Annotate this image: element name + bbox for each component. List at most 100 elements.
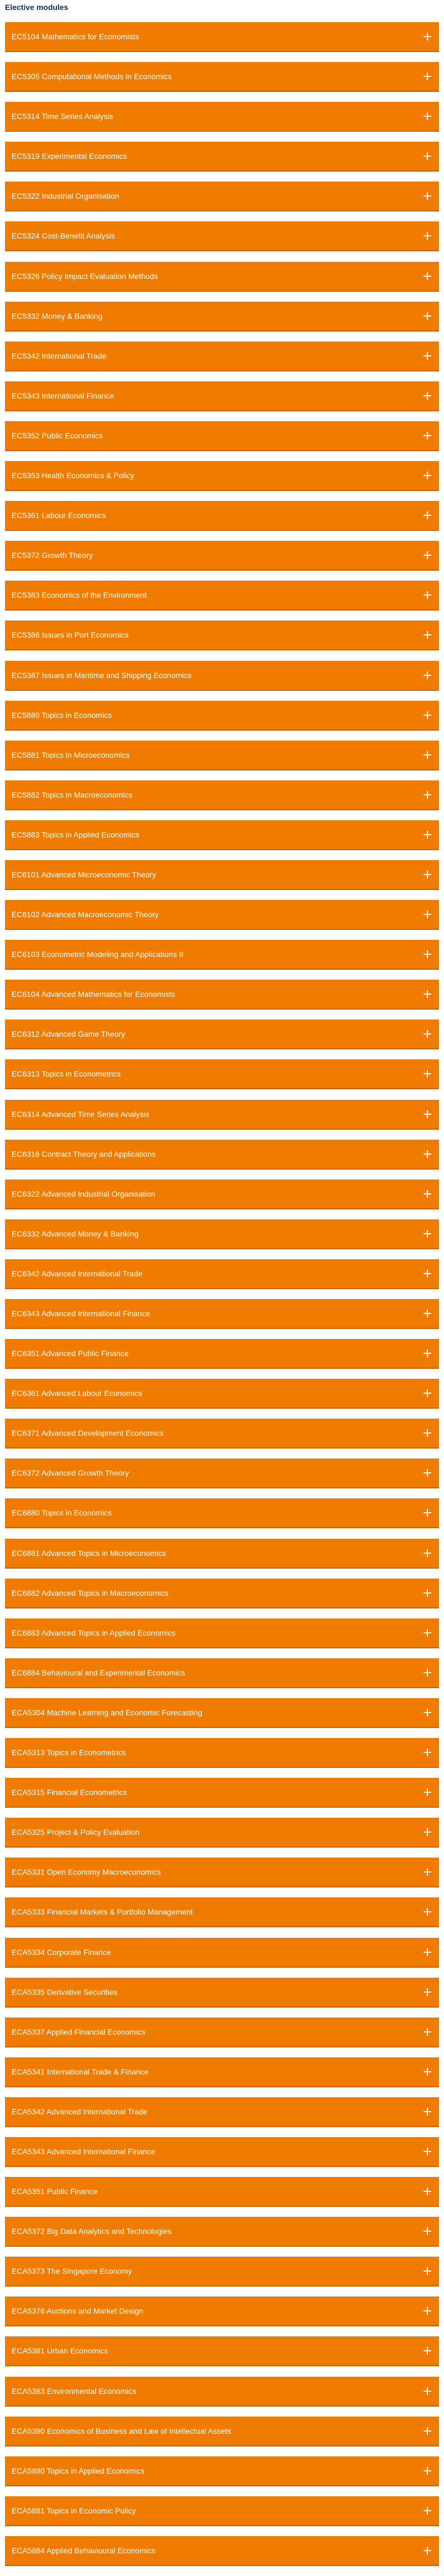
plus-icon[interactable]	[421, 1268, 433, 1280]
module-accordion-item[interactable]: EC5386 Issues in Port Economics	[5, 620, 439, 651]
plus-icon[interactable]	[421, 2385, 433, 2397]
plus-icon[interactable]	[421, 629, 433, 641]
module-accordion-item[interactable]: EC5322 Industrial Organisation	[5, 182, 439, 212]
plus-icon[interactable]	[421, 549, 433, 561]
plus-icon[interactable]	[421, 2465, 433, 2477]
module-accordion-item[interactable]: EC5361 Labour Economics	[5, 501, 439, 531]
module-accordion-item[interactable]: EC5883 Topics in Applied Economics	[5, 820, 439, 850]
module-accordion-item[interactable]: ECA5331 Open Economy Macroeconomics	[5, 1858, 439, 1888]
module-accordion-item[interactable]: EC5387 Issues in Maritime and Shipping E…	[5, 660, 439, 691]
plus-icon[interactable]	[421, 2505, 433, 2517]
plus-icon[interactable]	[421, 2106, 433, 2118]
module-accordion-item[interactable]: ECA5880 Topics in Applied Economics	[5, 2456, 439, 2486]
module-accordion-item[interactable]: EC6314 Advanced Time Series Analysis	[5, 1099, 439, 1130]
plus-icon[interactable]	[421, 230, 433, 242]
plus-icon[interactable]	[421, 1068, 433, 1080]
plus-icon[interactable]	[421, 1667, 433, 1679]
plus-icon[interactable]	[421, 2145, 433, 2158]
plus-icon[interactable]	[421, 2425, 433, 2437]
module-accordion-item[interactable]: EC6351 Advanced Public Finance	[5, 1339, 439, 1369]
module-accordion-item[interactable]: EC6371 Advanced Development Economics	[5, 1419, 439, 1449]
plus-icon[interactable]	[421, 270, 433, 282]
module-accordion-item[interactable]: EC6884 Behavioural and Experimental Econ…	[5, 1658, 439, 1688]
plus-icon[interactable]	[421, 1627, 433, 1639]
plus-icon[interactable]	[421, 1028, 433, 1040]
module-accordion-item[interactable]: EC6882 Advanced Topics in Macroeconomics	[5, 1578, 439, 1608]
plus-icon[interactable]	[421, 1946, 433, 1958]
module-accordion-item[interactable]: ECA5342 Advanced International Trade	[5, 2097, 439, 2127]
module-accordion-item[interactable]: ECA5335 Derivative Securities	[5, 1977, 439, 2008]
module-accordion-item[interactable]: ECA5343 Advanced International Finance	[5, 2137, 439, 2167]
plus-icon[interactable]	[421, 70, 433, 82]
plus-icon[interactable]	[421, 390, 433, 402]
plus-icon[interactable]	[421, 829, 433, 841]
module-accordion-item[interactable]: EC6103 Econometric Modeling and Applicat…	[5, 940, 439, 970]
module-accordion-item[interactable]: EC5383 Economics of the Environment	[5, 581, 439, 611]
plus-icon[interactable]	[421, 2225, 433, 2237]
module-accordion-item[interactable]: EC5882 Topics in Macroeconomics	[5, 780, 439, 810]
plus-icon[interactable]	[421, 1507, 433, 1519]
plus-icon[interactable]	[421, 789, 433, 801]
plus-icon[interactable]	[421, 1347, 433, 1359]
plus-icon[interactable]	[421, 1307, 433, 1320]
module-accordion-item[interactable]: EC5319 Experimental Economics	[5, 142, 439, 172]
plus-icon[interactable]	[421, 669, 433, 681]
module-accordion-item[interactable]: EC5305 Computational Methods in Economic…	[5, 62, 439, 92]
plus-icon[interactable]	[421, 1228, 433, 1240]
module-accordion-item[interactable]: EC6101 Advanced Microeconomic Theory	[5, 860, 439, 890]
module-accordion-item[interactable]: ECA5304 Machine Learning and Economic Fo…	[5, 1698, 439, 1728]
module-accordion-item[interactable]: EC6312 Advanced Game Theory	[5, 1020, 439, 1050]
plus-icon[interactable]	[421, 2185, 433, 2197]
plus-icon[interactable]	[421, 469, 433, 482]
module-accordion-item[interactable]: ECA5381 Urban Economics	[5, 2336, 439, 2367]
plus-icon[interactable]	[421, 749, 433, 761]
plus-icon[interactable]	[421, 709, 433, 721]
module-accordion-item[interactable]: ECA5325 Project & Policy Evaluation	[5, 1818, 439, 1848]
plus-icon[interactable]	[421, 150, 433, 162]
module-accordion-item[interactable]: EC6332 Advanced Money & Banking	[5, 1219, 439, 1249]
module-accordion-item[interactable]: ECA5333 Financial Markets & Portfolio Ma…	[5, 1897, 439, 1928]
plus-icon[interactable]	[421, 430, 433, 442]
module-accordion-item[interactable]: EC5881 Topics in Microeconomics	[5, 740, 439, 770]
module-accordion-item[interactable]: ECA5315 Financial Econometrics	[5, 1778, 439, 1808]
module-accordion-item[interactable]: ECA5313 Topics in Econometrics	[5, 1738, 439, 1768]
plus-icon[interactable]	[421, 1188, 433, 1200]
plus-icon[interactable]	[421, 868, 433, 881]
module-accordion-item[interactable]: EC6316 Contract Theory and Applications	[5, 1139, 439, 1170]
module-accordion-item[interactable]: EC6372 Advanced Growth Theory	[5, 1458, 439, 1489]
plus-icon[interactable]	[421, 1786, 433, 1798]
module-accordion-item[interactable]: EC6883 Advanced Topics in Applied Econom…	[5, 1618, 439, 1648]
module-accordion-item[interactable]: ECA5390 Economics of Business and Law of…	[5, 2416, 439, 2446]
plus-icon[interactable]	[421, 988, 433, 1000]
module-accordion-item[interactable]: EC6342 Advanced International Trade	[5, 1259, 439, 1289]
module-accordion-item[interactable]: ECA5376 Auctions and Market Design	[5, 2296, 439, 2327]
module-accordion-item[interactable]: EC5332 Money & Banking	[5, 301, 439, 332]
plus-icon[interactable]	[421, 2066, 433, 2078]
module-accordion-item[interactable]: EC6880 Topics in Economics	[5, 1498, 439, 1529]
plus-icon[interactable]	[421, 2026, 433, 2038]
module-accordion-item[interactable]: EC5372 Growth Theory	[5, 541, 439, 571]
module-accordion-item[interactable]: EC5880 Topics in Economics	[5, 700, 439, 731]
module-accordion-item[interactable]: ECA5351 Public Finance	[5, 2177, 439, 2207]
plus-icon[interactable]	[421, 350, 433, 362]
module-accordion-item[interactable]: ECA5884 Applied Behavioural Economics	[5, 2536, 439, 2566]
module-accordion-item[interactable]: ECA5337 Applied Financial Economics	[5, 2017, 439, 2047]
module-accordion-item[interactable]: ECA5373 The Singapore Economy	[5, 2257, 439, 2287]
plus-icon[interactable]	[421, 1986, 433, 1998]
plus-icon[interactable]	[421, 1467, 433, 1479]
module-accordion-item[interactable]: EC5324 Cost-Benefit Analysis	[5, 221, 439, 252]
module-accordion-item[interactable]: EC5326 Policy Impact Evaluation Methods	[5, 261, 439, 292]
module-accordion-item[interactable]: ECA5341 International Trade & Finance	[5, 2057, 439, 2087]
module-accordion-item[interactable]: ECA5372 Big Data Analytics and Technolog…	[5, 2217, 439, 2247]
plus-icon[interactable]	[421, 310, 433, 322]
plus-icon[interactable]	[421, 30, 433, 43]
plus-icon[interactable]	[421, 1866, 433, 1878]
module-accordion-item[interactable]: ECA5383 Environmental Economics	[5, 2376, 439, 2407]
plus-icon[interactable]	[421, 1826, 433, 1838]
plus-icon[interactable]	[421, 1387, 433, 1399]
module-accordion-item[interactable]: EC5342 International Trade	[5, 341, 439, 371]
plus-icon[interactable]	[421, 1587, 433, 1599]
module-accordion-item[interactable]: EC5104 Mathematics for Economists	[5, 22, 439, 52]
plus-icon[interactable]	[421, 1906, 433, 1918]
plus-icon[interactable]	[421, 2305, 433, 2317]
